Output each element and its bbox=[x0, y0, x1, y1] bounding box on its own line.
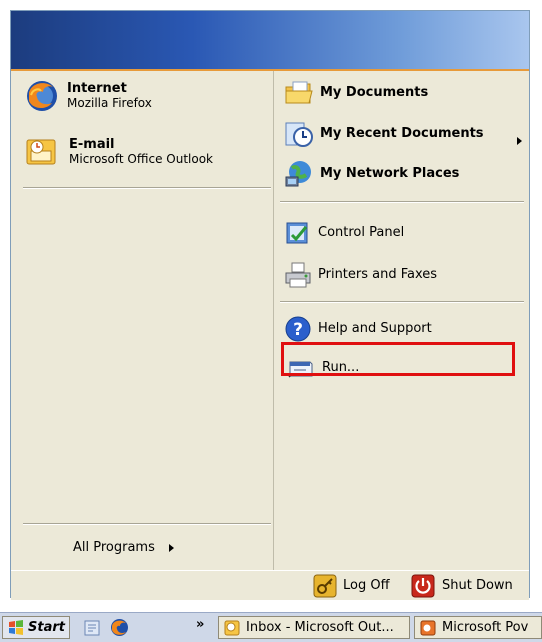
menu-my-network-places[interactable]: My Network Places bbox=[284, 159, 459, 189]
run-highlight-box bbox=[281, 342, 515, 376]
menu-help-and-support-label: Help and Support bbox=[318, 321, 432, 336]
windows-logo-icon bbox=[8, 619, 24, 636]
places-pane: My Documents My Recent Documents My Netw… bbox=[274, 71, 529, 570]
menu-my-recent-documents-label: My Recent Documents bbox=[320, 126, 484, 141]
folder-icon bbox=[284, 79, 314, 107]
shutdown-label: Shut Down bbox=[442, 578, 513, 593]
menu-my-network-places-label: My Network Places bbox=[320, 166, 460, 181]
start-button[interactable]: Start bbox=[2, 616, 70, 639]
taskbar-button-powerpoint[interactable]: Microsoft Pov bbox=[414, 616, 542, 639]
help-icon: ? bbox=[284, 315, 312, 343]
menu-control-panel-label: Control Panel bbox=[318, 225, 405, 240]
all-programs-button[interactable]: All Programs bbox=[73, 541, 174, 555]
pinned-internet-title: Internet bbox=[67, 81, 127, 96]
menu-printers-and-faxes-label: Printers and Faxes bbox=[318, 267, 438, 282]
taskbar: Start » Inbox - Microsoft Out... Microso… bbox=[0, 612, 542, 642]
taskbar-button-inbox-label: Inbox - Microsoft Out... bbox=[246, 620, 394, 635]
taskbar-overflow-chevron[interactable]: » bbox=[196, 617, 204, 632]
power-icon bbox=[411, 574, 435, 598]
pinned-email-subtitle: Microsoft Office Outlook bbox=[69, 152, 213, 166]
taskbar-button-inbox[interactable]: Inbox - Microsoft Out... bbox=[218, 616, 410, 639]
left-separator bbox=[23, 187, 271, 189]
logoff-label: Log Off bbox=[343, 578, 390, 593]
menu-my-recent-documents[interactable]: My Recent Documents bbox=[284, 119, 484, 149]
powerpoint-task-icon bbox=[420, 620, 436, 636]
pinned-programs-pane: Internet Mozilla Firefox E-mail Microsof… bbox=[11, 71, 274, 570]
logoff-button[interactable]: Log Off bbox=[313, 574, 390, 598]
menu-my-documents[interactable]: My Documents bbox=[284, 79, 428, 107]
right-separator-1 bbox=[280, 201, 524, 203]
quicklaunch-desktop-icon[interactable] bbox=[84, 620, 100, 636]
menu-control-panel[interactable]: Control Panel bbox=[284, 219, 404, 247]
control-panel-icon bbox=[284, 219, 312, 247]
menu-printers-and-faxes[interactable]: Printers and Faxes bbox=[284, 261, 437, 289]
start-button-label: Start bbox=[28, 620, 65, 635]
all-programs-arrow-icon bbox=[168, 544, 174, 552]
firefox-icon bbox=[25, 79, 59, 113]
quicklaunch-firefox-icon[interactable] bbox=[110, 618, 129, 637]
printer-icon bbox=[284, 261, 312, 289]
pinned-internet[interactable]: Internet Mozilla Firefox bbox=[25, 79, 152, 113]
outlook-task-icon bbox=[224, 620, 240, 636]
menu-help-and-support[interactable]: ? Help and Support bbox=[284, 315, 432, 343]
pinned-internet-subtitle: Mozilla Firefox bbox=[67, 96, 152, 110]
start-menu-footer: Log Off Shut Down bbox=[11, 570, 529, 600]
menu-my-documents-label: My Documents bbox=[320, 85, 429, 100]
all-programs-label: All Programs bbox=[73, 540, 155, 555]
key-icon bbox=[313, 574, 337, 598]
recent-documents-arrow-icon bbox=[517, 137, 522, 145]
network-icon bbox=[284, 159, 314, 189]
recent-documents-icon bbox=[284, 119, 314, 149]
shutdown-button[interactable]: Shut Down bbox=[411, 574, 513, 598]
outlook-icon bbox=[25, 137, 59, 167]
taskbar-button-powerpoint-label: Microsoft Pov bbox=[442, 620, 529, 635]
pinned-email-title: E-mail bbox=[69, 137, 115, 152]
pinned-email[interactable]: E-mail Microsoft Office Outlook bbox=[25, 137, 213, 167]
start-menu-header bbox=[11, 11, 529, 71]
svg-text:?: ? bbox=[293, 320, 303, 340]
start-menu: Internet Mozilla Firefox E-mail Microsof… bbox=[10, 10, 530, 600]
all-programs-separator bbox=[23, 523, 271, 525]
right-separator-2 bbox=[280, 301, 524, 303]
